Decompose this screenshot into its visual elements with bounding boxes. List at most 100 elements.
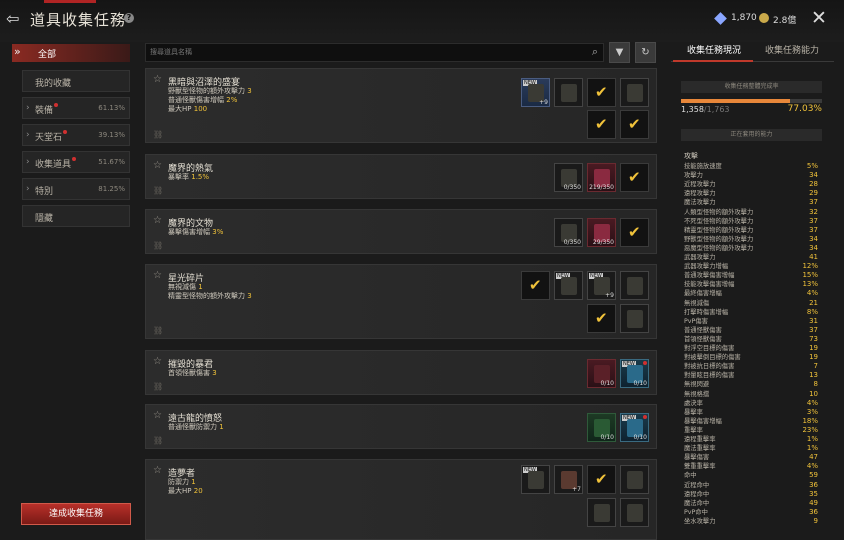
- item-icon: [561, 277, 577, 295]
- item-count: 0/10: [600, 380, 614, 387]
- filter-button[interactable]: ▼: [609, 42, 630, 63]
- completed-slot[interactable]: [587, 78, 616, 107]
- item-slot[interactable]: [587, 498, 616, 527]
- help-icon[interactable]: ?: [124, 13, 134, 23]
- sidebar-item-hidden[interactable]: 隱藏: [22, 205, 130, 227]
- star-icon[interactable]: ☆: [153, 465, 162, 476]
- alert-dot: [643, 415, 647, 419]
- sidebar-item-collection[interactable]: › 收集道具 51.67%: [22, 151, 130, 173]
- stat-row: 對被擊倒目標的傷害 19: [684, 353, 818, 362]
- item-icon: [528, 471, 544, 489]
- quest-card[interactable]: ☆ 遠古龍的憤怒 普通怪獸防禦力 1 ⛓ 0/10 NEW 0/10: [145, 404, 657, 449]
- sidebar-item-label: 天堂石: [35, 130, 68, 143]
- completed-slot[interactable]: [620, 163, 649, 192]
- alert-dot: [643, 361, 647, 365]
- quest-card[interactable]: ☆ 摧毀的暴君 首領怪獸傷害 3 ⛓ 0/10 NEW 0/10: [145, 350, 657, 395]
- stat-value: 19: [809, 353, 818, 362]
- stat-row: 精靈型怪物的額外攻擊力 37: [684, 226, 818, 235]
- stat-label: 普通怪獸傷害: [684, 326, 722, 334]
- item-icon: [561, 84, 577, 102]
- item-slot[interactable]: [620, 271, 649, 300]
- sidebar-item-equipment[interactable]: › 裝備 61.13%: [22, 97, 130, 119]
- stat-row: 打擊時傷害增幅 8%: [684, 308, 818, 317]
- tab-status[interactable]: 收集任務現況: [687, 43, 741, 56]
- quest-stats: 野獸型怪物的額外攻擊力 3 普通怪獸傷害增幅 2% 最大HP 100: [168, 87, 252, 113]
- completed-slot[interactable]: [620, 110, 649, 139]
- achieve-collection-button[interactable]: 達成收集任務: [21, 503, 131, 525]
- search-bar: ⌕: [145, 43, 604, 62]
- quest-card[interactable]: ☆ 星光碎片 無視減傷 1 精靈型怪物的額外攻擊力 3 ⛓ NEW NEW+9: [145, 264, 657, 339]
- item-slot[interactable]: NEW 0/10: [620, 413, 649, 442]
- star-icon[interactable]: ☆: [153, 215, 162, 226]
- quest-card[interactable]: ☆ 造夢者 防禦力 1 最大HP 20 NEW +7: [145, 459, 657, 540]
- quest-card[interactable]: ☆ 魔界的熱氣 暴擊率 1.5% ⛓ 0/350 219/350: [145, 154, 657, 199]
- link-icon: ⛓: [153, 241, 164, 250]
- item-slot[interactable]: 29/350: [587, 218, 616, 247]
- item-slot[interactable]: NEW: [554, 271, 583, 300]
- item-icon: [627, 277, 643, 295]
- sidebar-item-pct: 61.13%: [98, 104, 125, 112]
- stat-value: 37: [809, 198, 818, 207]
- sidebar-item-pct: 51.67%: [98, 158, 125, 166]
- stat-label: 遠程命中: [684, 490, 710, 498]
- item-slot[interactable]: 0/10: [587, 359, 616, 388]
- star-icon[interactable]: ☆: [153, 356, 162, 367]
- quest-card[interactable]: ☆ 魔界的文物 暴擊傷害增幅 3% ⛓ 0/350 29/350: [145, 209, 657, 254]
- item-slot[interactable]: [620, 465, 649, 494]
- completed-slot[interactable]: [587, 465, 616, 494]
- back-arrow-icon[interactable]: ⇦: [6, 10, 26, 28]
- stat-label: 魔法命中: [684, 499, 710, 507]
- close-icon[interactable]: ✕: [811, 7, 827, 29]
- tab-ability[interactable]: 收集任務能力: [765, 43, 819, 56]
- sidebar-item-favorites[interactable]: 我的收藏: [22, 70, 130, 92]
- completed-slot[interactable]: [587, 110, 616, 139]
- stat-value: 5%: [806, 162, 818, 170]
- search-input[interactable]: [150, 46, 570, 59]
- star-icon[interactable]: ☆: [153, 74, 162, 85]
- completed-slot[interactable]: [620, 218, 649, 247]
- stat-label: 魔法攻擊力: [684, 199, 716, 207]
- item-slot[interactable]: NEW +9: [587, 271, 616, 300]
- star-icon[interactable]: ☆: [153, 160, 162, 171]
- item-slot[interactable]: 0/350: [554, 218, 583, 247]
- item-slot[interactable]: [554, 78, 583, 107]
- stat-value: 8%: [806, 307, 818, 316]
- star-icon[interactable]: ☆: [153, 270, 162, 281]
- stat-value: 37: [809, 225, 818, 234]
- stat-value: 7: [813, 362, 818, 371]
- stat-value: 36: [809, 480, 818, 489]
- item-slot[interactable]: NEW: [521, 465, 550, 494]
- item-slot[interactable]: 219/350: [587, 163, 616, 192]
- sidebar-item-heavenstone[interactable]: › 天堂石 39.13%: [22, 124, 130, 146]
- sidebar-item-label: 特別: [35, 187, 54, 197]
- stat-value: 4%: [806, 398, 818, 407]
- sidebar-item-all[interactable]: » 全部: [12, 44, 130, 62]
- star-icon[interactable]: ☆: [153, 410, 162, 421]
- item-slot[interactable]: NEW 0/10: [620, 359, 649, 388]
- search-icon[interactable]: ⌕: [592, 45, 598, 59]
- stat-label: PvP命中: [684, 508, 708, 516]
- item-icon: [594, 504, 610, 522]
- sidebar-item-special[interactable]: › 特別 81.25%: [22, 178, 130, 200]
- quest-stats: 普通怪獸防禦力 1: [168, 423, 224, 431]
- stat-row: PvP命中 36: [684, 508, 818, 517]
- stat-label: 對暈眩目標的傷害: [684, 372, 735, 380]
- item-slot[interactable]: [620, 78, 649, 107]
- item-slot[interactable]: 0/350: [554, 163, 583, 192]
- quest-card[interactable]: ☆ 黑暗與沼澤的盛宴 野獸型怪物的額外攻擊力 3 普通怪獸傷害增幅 2% 最大H…: [145, 68, 657, 143]
- stat-label: 對被抗日標的傷害: [684, 363, 735, 371]
- item-slot[interactable]: +7: [554, 465, 583, 494]
- item-slot[interactable]: 0/10: [587, 413, 616, 442]
- stat-value: 12%: [802, 262, 818, 271]
- item-slot[interactable]: [620, 498, 649, 527]
- stat-value: 36: [809, 507, 818, 516]
- completed-slot[interactable]: [587, 304, 616, 333]
- item-slot[interactable]: NEW +9: [521, 78, 550, 107]
- item-slot[interactable]: [620, 304, 649, 333]
- refresh-button[interactable]: ↻: [635, 42, 656, 63]
- completed-slot[interactable]: [521, 271, 550, 300]
- stat-label: 無視格擋: [684, 390, 710, 398]
- link-icon: ⛓: [153, 130, 164, 139]
- refresh-icon: ↻: [641, 47, 650, 58]
- stat-value: 13: [809, 371, 818, 380]
